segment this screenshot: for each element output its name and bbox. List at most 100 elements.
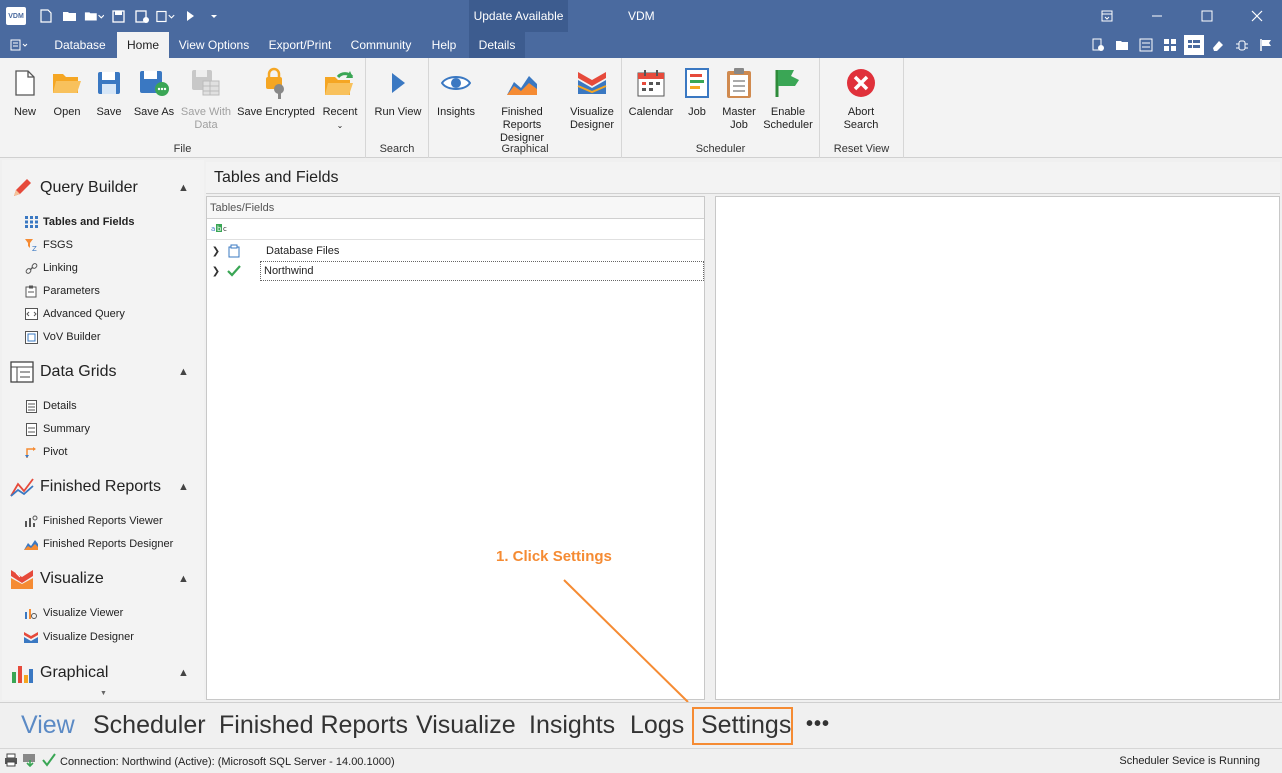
job-button[interactable]: Job bbox=[680, 66, 714, 119]
tree-row-label: Database Files bbox=[266, 245, 340, 257]
tab-view-options[interactable]: View Options bbox=[172, 32, 256, 58]
nav-item-summary[interactable]: Summary bbox=[24, 422, 90, 436]
ribbon-display-icon[interactable] bbox=[1082, 0, 1132, 32]
qat-run-icon[interactable] bbox=[180, 6, 200, 26]
run-view-button[interactable]: Run View bbox=[372, 66, 424, 119]
tree-row-database-files[interactable]: ❯ Database Files bbox=[207, 241, 704, 261]
bottom-nav-more-icon[interactable]: ••• bbox=[806, 713, 830, 736]
nav-item-label: Finished Reports Viewer bbox=[43, 515, 163, 527]
tab-help[interactable]: Help bbox=[421, 32, 467, 58]
abort-search-button[interactable]: Abort Search bbox=[834, 66, 888, 132]
master-job-button[interactable]: Master Job bbox=[718, 66, 760, 132]
nav-item-fsgs[interactable]: Z FSGS bbox=[24, 238, 73, 252]
qat-open-dropdown-icon[interactable] bbox=[84, 6, 104, 26]
eraser-icon[interactable] bbox=[1208, 35, 1228, 55]
bottom-nav-view[interactable]: View bbox=[21, 711, 75, 740]
tab-export-print[interactable]: Export/Print bbox=[259, 32, 341, 58]
save-with-data-label: Save With Data bbox=[180, 106, 232, 131]
bottom-nav-scheduler[interactable]: Scheduler bbox=[93, 711, 206, 740]
save-with-data-icon bbox=[190, 66, 222, 100]
minimize-icon[interactable] bbox=[1132, 0, 1182, 32]
visualize-designer-button[interactable]: Visualize Designer bbox=[567, 66, 617, 132]
bottom-nav-logs[interactable]: Logs bbox=[630, 711, 684, 740]
qat-save-icon[interactable] bbox=[108, 6, 128, 26]
visualize-viewer-icon bbox=[24, 606, 38, 620]
printer-icon[interactable] bbox=[4, 753, 18, 770]
nav-group-query-builder[interactable]: Query Builder bbox=[10, 176, 138, 200]
save-as-button[interactable]: Save As bbox=[130, 66, 178, 119]
update-available-tab[interactable]: Update Available bbox=[469, 0, 568, 32]
calendar-button[interactable]: Calendar bbox=[626, 66, 676, 119]
finished-reports-designer-button[interactable]: Finished Reports Designer bbox=[481, 66, 563, 145]
list-view-icon[interactable] bbox=[1136, 35, 1156, 55]
bottom-nav-finished-reports[interactable]: Finished Reports bbox=[219, 711, 408, 740]
app-menu-icon[interactable] bbox=[4, 32, 34, 58]
nav-item-advanced-query[interactable]: Advanced Query bbox=[24, 307, 125, 321]
connection-status: Connection: Northwind (Active): (Microso… bbox=[60, 755, 395, 768]
clipboard-icon bbox=[723, 66, 755, 100]
close-icon[interactable] bbox=[1232, 0, 1282, 32]
new-button[interactable]: New bbox=[8, 66, 42, 119]
pivot-icon bbox=[24, 445, 38, 459]
settings-page-icon[interactable] bbox=[1088, 35, 1108, 55]
nav-item-linking[interactable]: Linking bbox=[24, 261, 78, 275]
nav-group-visualize[interactable]: Visualize bbox=[10, 567, 104, 591]
flag-icon[interactable] bbox=[1256, 35, 1276, 55]
qat-save-as-icon[interactable] bbox=[132, 6, 152, 26]
nav-item-details[interactable]: Details bbox=[24, 399, 77, 413]
insights-button[interactable]: Insights bbox=[433, 66, 479, 119]
nav-item-pivot[interactable]: Pivot bbox=[24, 445, 67, 459]
tree-column-header[interactable]: Tables/Fields bbox=[207, 197, 704, 219]
qat-export-icon[interactable] bbox=[156, 6, 176, 26]
database-download-icon[interactable] bbox=[22, 753, 38, 770]
tab-community[interactable]: Community bbox=[344, 32, 418, 58]
nav-item-finished-reports-designer[interactable]: Finished Reports Designer bbox=[24, 537, 173, 551]
master-job-label: Master Job bbox=[722, 106, 756, 131]
bottom-nav-insights[interactable]: Insights bbox=[529, 711, 615, 740]
qat-open-icon[interactable] bbox=[60, 6, 80, 26]
nav-item-visualize-designer[interactable]: Visualize Designer bbox=[24, 630, 134, 644]
filter-sort-icon: Z bbox=[24, 238, 38, 252]
folder-icon[interactable] bbox=[1112, 35, 1132, 55]
nav-item-tables-and-fields[interactable]: Tables and Fields bbox=[24, 215, 135, 229]
qat-customize-icon[interactable] bbox=[204, 6, 224, 26]
save-encrypted-button[interactable]: Save Encrypted bbox=[236, 66, 316, 119]
grid-view-icon[interactable] bbox=[1160, 35, 1180, 55]
tab-home[interactable]: Home bbox=[117, 32, 169, 58]
collapse-graphical-icon[interactable]: ▲ bbox=[178, 667, 189, 679]
abort-x-icon bbox=[845, 66, 877, 100]
bottom-nav-visualize[interactable]: Visualize bbox=[416, 711, 516, 740]
expand-chevron-icon[interactable]: ❯ bbox=[207, 246, 225, 257]
annotation-text: 1. Click Settings bbox=[496, 548, 612, 565]
app-title: VDM bbox=[628, 9, 655, 23]
enable-scheduler-button[interactable]: Enable Scheduler bbox=[762, 66, 814, 132]
tab-database[interactable]: Database bbox=[45, 32, 115, 58]
nav-item-parameters[interactable]: Parameters bbox=[24, 284, 100, 298]
tree-filter-row[interactable]: abc bbox=[207, 219, 704, 240]
expand-chevron-icon[interactable]: ❯ bbox=[207, 266, 225, 277]
collapse-query-builder-icon[interactable]: ▲ bbox=[178, 182, 189, 194]
recent-button[interactable]: Recent ⌄ bbox=[320, 66, 360, 132]
collapse-data-grids-icon[interactable]: ▲ bbox=[178, 366, 189, 378]
qat-new-icon[interactable] bbox=[36, 6, 56, 26]
nav-item-visualize-viewer[interactable]: Visualize Viewer bbox=[24, 606, 123, 620]
window-controls bbox=[1082, 0, 1282, 32]
maximize-icon[interactable] bbox=[1182, 0, 1232, 32]
bug-icon[interactable] bbox=[1232, 35, 1252, 55]
nav-item-finished-reports-viewer[interactable]: Finished Reports Viewer bbox=[24, 514, 163, 528]
save-button[interactable]: Save bbox=[92, 66, 126, 119]
nav-group-finished-reports[interactable]: Finished Reports bbox=[10, 475, 161, 499]
tab-details[interactable]: Details bbox=[469, 32, 525, 58]
details-view-icon[interactable] bbox=[1184, 35, 1204, 55]
collapse-visualize-icon[interactable]: ▲ bbox=[178, 573, 189, 585]
open-button[interactable]: Open bbox=[48, 66, 86, 119]
save-with-data-button[interactable]: Save With Data bbox=[180, 66, 232, 132]
nav-group-graphical[interactable]: Graphical bbox=[10, 661, 108, 685]
collapse-finished-reports-icon[interactable]: ▲ bbox=[178, 481, 189, 493]
visualize-icon bbox=[576, 66, 608, 100]
nav-scroll-down-icon[interactable]: ▼ bbox=[100, 690, 107, 697]
tree-row-northwind[interactable]: ❯ Northwind bbox=[207, 261, 704, 281]
connected-check-icon bbox=[225, 265, 243, 277]
nav-item-vov-builder[interactable]: VoV Builder bbox=[24, 330, 100, 344]
nav-group-data-grids[interactable]: Data Grids bbox=[10, 360, 116, 384]
